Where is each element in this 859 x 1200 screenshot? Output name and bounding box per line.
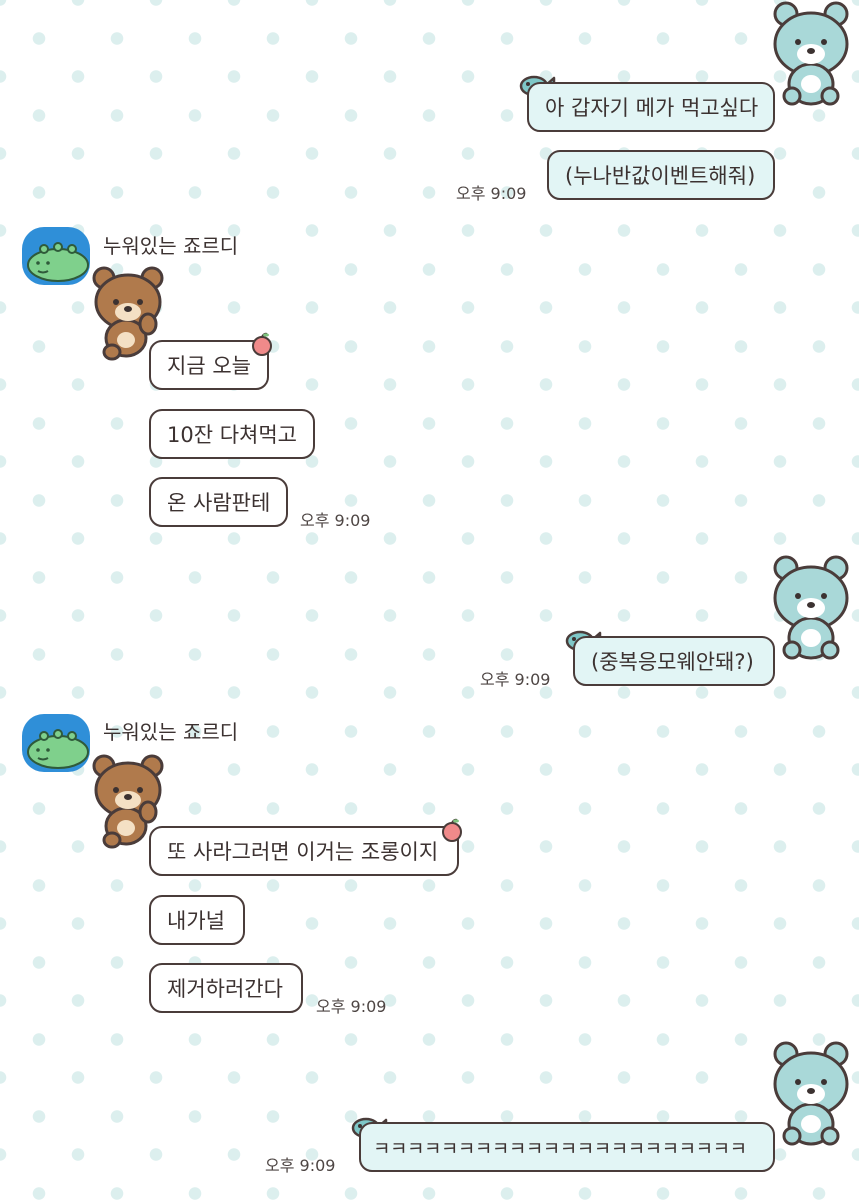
message-time: 오후 9:09 xyxy=(316,997,387,1016)
message-bubble[interactable]: (중복응모웨안돼?) xyxy=(573,636,775,686)
jordy-avatar-icon xyxy=(27,729,89,769)
avatar[interactable] xyxy=(22,714,90,772)
message-time: 오후 9:09 xyxy=(265,1156,336,1175)
message-bubble[interactable]: ㅋㅋㅋㅋㅋㅋㅋㅋㅋㅋㅋㅋㅋㅋㅋㅋㅋㅋㅋㅋㅋㅋ xyxy=(359,1122,775,1172)
apple-decoration-icon xyxy=(442,818,462,842)
jordy-avatar-icon xyxy=(27,242,89,282)
message-bubble[interactable]: 10잔 다쳐먹고 xyxy=(149,409,315,459)
message-bubble[interactable]: 온 사람판테 xyxy=(149,477,288,527)
message-bubble[interactable]: (누나반값이벤트해줘) xyxy=(547,150,775,200)
message-time: 오후 9:09 xyxy=(456,184,527,203)
message-bubble[interactable]: 또 사라그러면 이거는 조롱이지 xyxy=(149,826,459,876)
message-time: 오후 9:09 xyxy=(300,511,371,530)
mint-bear-sticker-icon xyxy=(773,1,849,106)
message-time: 오후 9:09 xyxy=(480,670,551,689)
message-bubble[interactable]: 내가널 xyxy=(149,895,245,945)
sender-name: 누워있는 죠르디 xyxy=(103,234,239,258)
mint-bear-sticker-icon xyxy=(773,1041,849,1146)
mint-bear-sticker-icon xyxy=(773,555,849,660)
sender-name: 누워있는 죠르디 xyxy=(103,720,239,744)
message-bubble[interactable]: 제거하러간다 xyxy=(149,963,303,1013)
avatar[interactable] xyxy=(22,227,90,285)
message-bubble[interactable]: 아 갑자기 메가 먹고싶다 xyxy=(527,82,775,132)
apple-decoration-icon xyxy=(252,332,272,356)
